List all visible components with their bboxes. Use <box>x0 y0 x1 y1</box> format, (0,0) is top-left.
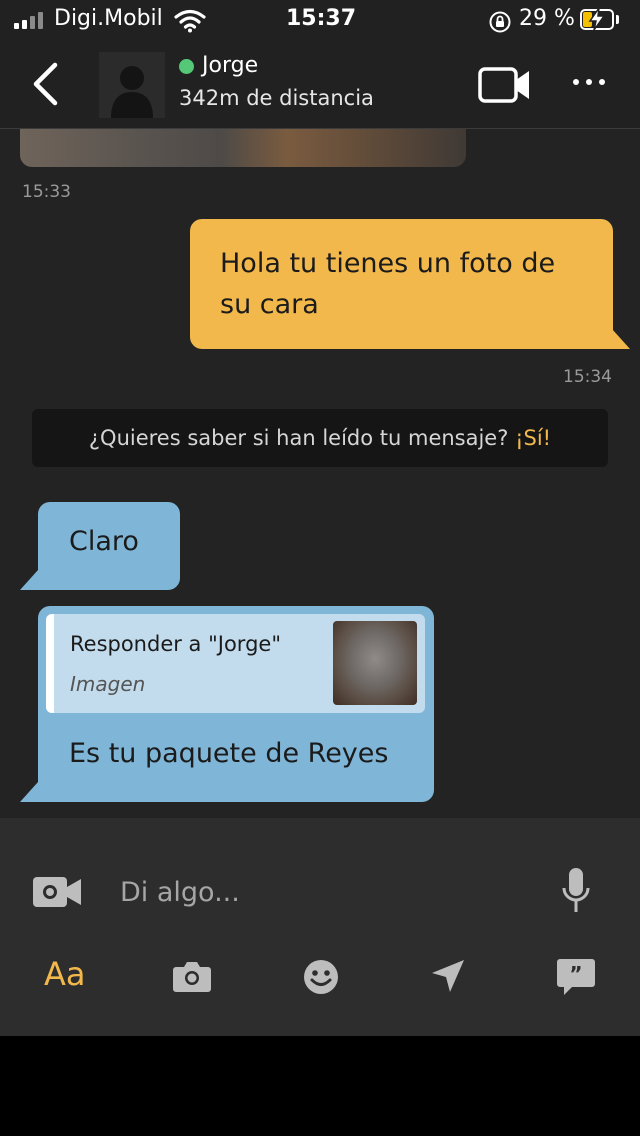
contact-name[interactable]: Jorge <box>202 53 258 78</box>
more-options-icon[interactable] <box>573 79 605 85</box>
orientation-lock-icon <box>489 11 511 33</box>
message-text: Hola tu tienes un foto de su cara <box>220 248 556 320</box>
bubble-tail <box>20 570 38 590</box>
emoji-icon[interactable] <box>303 959 339 995</box>
reply-title: Responder a "Jorge" <box>70 632 281 656</box>
signal-strength-icon <box>14 12 43 29</box>
outgoing-message-bubble[interactable]: Hola tu tienes un foto de su cara <box>190 219 613 349</box>
quote-bar <box>46 614 54 713</box>
wifi-icon <box>174 9 206 33</box>
carrier-name: Digi.Mobil <box>54 6 163 31</box>
location-icon[interactable] <box>430 958 466 994</box>
previous-image-message[interactable] <box>20 129 466 167</box>
battery-percentage: 29 % <box>519 6 575 31</box>
message-composer <box>0 818 640 1036</box>
message-input[interactable] <box>120 870 540 914</box>
back-icon[interactable] <box>30 62 60 106</box>
bubble-tail <box>612 329 630 349</box>
video-call-icon[interactable] <box>478 66 532 104</box>
microphone-icon[interactable] <box>561 866 591 914</box>
online-status-dot <box>179 59 194 74</box>
charging-icon <box>588 7 606 31</box>
svg-text:”: ” <box>569 962 582 986</box>
reply-image-thumbnail <box>333 621 417 705</box>
camera-icon[interactable] <box>172 959 212 993</box>
message-timestamp: 15:33 <box>22 182 71 202</box>
battery-cap <box>616 15 619 24</box>
message-text: Es tu paquete de Reyes <box>69 738 389 769</box>
video-message-icon[interactable] <box>32 873 82 911</box>
bubble-tail <box>20 782 38 802</box>
reply-subtitle: Imagen <box>70 672 146 696</box>
person-placeholder-icon <box>111 66 153 118</box>
home-indicator-area <box>0 1036 640 1136</box>
read-receipt-prompt: ¿Quieres saber si han leído tu mensaje? <box>88 426 509 450</box>
read-receipt-yes-link[interactable]: ¡Sí! <box>515 426 551 450</box>
message-text: Claro <box>69 526 139 557</box>
text-format-button[interactable]: Aa <box>44 955 86 993</box>
message-timestamp: 15:34 <box>563 367 612 387</box>
clock: 15:37 <box>286 6 357 31</box>
avatar[interactable] <box>99 52 165 118</box>
quote-icon[interactable]: ” <box>556 958 596 996</box>
read-receipt-banner[interactable]: ¿Quieres saber si han leído tu mensaje? … <box>32 409 608 467</box>
contact-distance: 342m de distancia <box>179 86 374 110</box>
